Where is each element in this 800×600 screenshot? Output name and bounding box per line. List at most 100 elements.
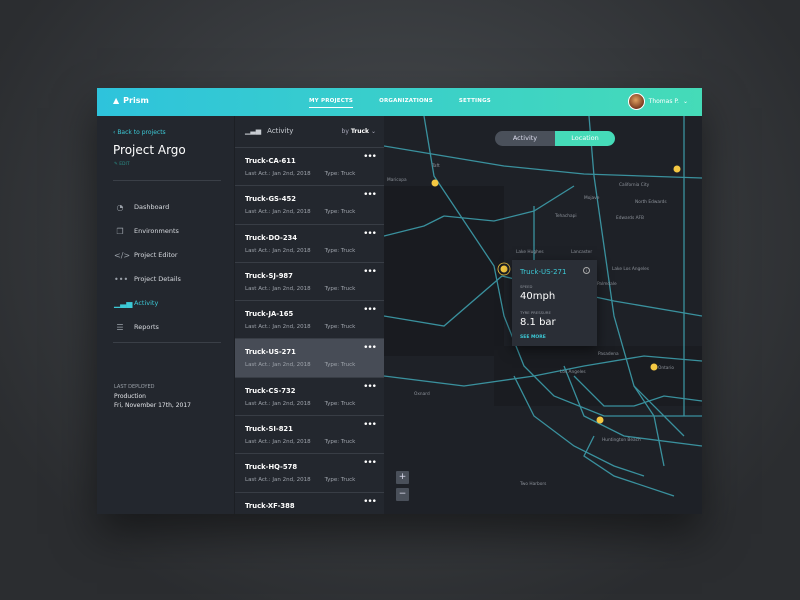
truck-type: Type: Truck xyxy=(324,285,356,292)
more-options-icon[interactable]: ••• xyxy=(363,420,377,430)
dots-icon: ••• xyxy=(114,274,129,284)
truck-type: Type: Truck xyxy=(324,324,356,331)
list-header: ▁▃▅ Activity by Truck ⌄ xyxy=(235,116,384,148)
more-options-icon[interactable]: ••• xyxy=(363,229,377,239)
last-activity: Last Act.: Jan 2nd, 2018 xyxy=(245,171,311,177)
zoom-in-button[interactable]: + xyxy=(396,471,409,484)
list-item[interactable]: Truck-US-271 Last Act.: Jan 2nd, 2018 Typ… xyxy=(235,339,384,378)
nav-organizations[interactable]: ORGANIZATIONS xyxy=(379,98,433,108)
list-item[interactable]: Truck-HQ-578 Last Act.: Jan 2nd, 2018 Typ… xyxy=(235,454,384,493)
page-title: Project Argo xyxy=(113,143,186,157)
more-options-icon[interactable]: ••• xyxy=(363,458,377,468)
place-label: Palmdale xyxy=(597,282,617,287)
list-item[interactable]: Truck-SI-821 Last Act.: Jan 2nd, 2018 Typ… xyxy=(235,416,384,455)
place-label: Pasadena xyxy=(598,352,619,357)
place-label: Lancaster xyxy=(571,250,593,255)
see-more-link[interactable]: SEE MORE xyxy=(520,335,589,340)
user-menu[interactable]: Thomas P. ⌄ xyxy=(627,93,688,110)
sidebar-item-dashboard[interactable]: ◔ Dashboard xyxy=(114,195,181,219)
last-activity: Last Act.: Jan 2nd, 2018 xyxy=(245,247,311,254)
place-label: Taft xyxy=(432,164,440,169)
list-item[interactable]: Truck-JA-165 Last Act.: Jan 2nd, 2018 Typ… xyxy=(235,301,384,340)
last-activity: Last Act.: Jan 2nd, 2018 xyxy=(245,285,311,292)
last-activity: Last Act.: Jan 2nd, 2018 xyxy=(245,439,311,446)
main-nav: MY PROJECTS ORGANIZATIONS SETTINGS xyxy=(309,98,491,108)
place-label: Edwards AFB xyxy=(616,216,644,221)
bar-chart-icon: ▁▃▅ xyxy=(114,298,133,308)
sidebar-item-reports[interactable]: ☰ Reports xyxy=(114,315,181,339)
last-activity: Last Act.: Jan 2nd, 2018 xyxy=(245,362,311,369)
place-label: Huntington Beach xyxy=(602,438,641,443)
place-label: Maricopa xyxy=(387,178,407,183)
list-item[interactable]: Truck-CA-611 Last Act.: Jan 2nd, 2018 Typ… xyxy=(235,148,384,187)
list-item[interactable]: Truck-SJ-987 Last Act.: Jan 2nd, 2018 Typ… xyxy=(235,263,384,302)
truck-popup: Truck-US-271 i SPEED 40mph TYRE PRESSURE… xyxy=(512,260,597,346)
more-options-icon[interactable]: ••• xyxy=(363,190,377,200)
activity-list: ▁▃▅ Activity by Truck ⌄ Truck-CA-611 Last… xyxy=(234,116,384,514)
place-label: North Edwards xyxy=(635,200,667,205)
more-options-icon[interactable]: ••• xyxy=(363,382,377,392)
truck-type: Type: Truck xyxy=(324,439,356,446)
sidebar-item-project-editor[interactable]: </> Project Editor xyxy=(114,243,181,267)
place-label: Two Harbors xyxy=(520,482,547,487)
gauge-icon: ◔ xyxy=(116,202,124,212)
truck-marker xyxy=(431,179,439,187)
map[interactable]: Maricopa Taft Tehachapi Mojave Californi… xyxy=(384,116,702,514)
list-item[interactable]: Truck-CS-732 Last Act.: Jan 2nd, 2018 Typ… xyxy=(235,378,384,417)
truck-marker xyxy=(650,363,658,371)
place-label: Mojave xyxy=(584,196,600,201)
more-options-icon[interactable]: ••• xyxy=(363,267,377,277)
last-activity: Last Act.: Jan 2nd, 2018 xyxy=(245,400,311,407)
list-item[interactable]: Truck-GS-452 Last Act.: Jan 2nd, 2018 Typ… xyxy=(235,186,384,225)
zoom-out-button[interactable]: − xyxy=(396,488,409,501)
place-label: Oxnard xyxy=(414,392,430,397)
place-label: Lake Hughes xyxy=(516,250,544,255)
truck-type: Type: Truck xyxy=(324,477,356,484)
sidebar-item-project-details[interactable]: ••• Project Details xyxy=(114,267,181,291)
last-activity: Last Act.: Jan 2nd, 2018 xyxy=(245,324,311,331)
sidebar: ‹ Back to projects Project Argo ✎ EDIT ◔… xyxy=(97,116,234,514)
chevron-down-icon: ⌄ xyxy=(682,98,688,105)
tab-location[interactable]: Location xyxy=(555,131,615,146)
truck-marker xyxy=(673,165,681,173)
truck-type: Type: Truck xyxy=(324,209,356,216)
truck-type: Type: Truck xyxy=(324,171,356,177)
more-options-icon[interactable]: ••• xyxy=(363,497,377,507)
truck-type: Type: Truck xyxy=(324,247,356,254)
more-options-icon[interactable]: ••• xyxy=(363,305,377,315)
sidebar-item-environments[interactable]: ❐ Environments xyxy=(114,219,181,243)
place-label: Los Angeles xyxy=(560,370,586,375)
sidebar-item-activity[interactable]: ▁▃▅ Activity xyxy=(114,291,181,315)
list-item[interactable]: Truck-DO-234 Last Act.: Jan 2nd, 2018 Typ… xyxy=(235,225,384,263)
place-label: Lake Los Angeles xyxy=(612,267,650,272)
chevron-down-icon: ⌄ xyxy=(370,128,376,135)
info-icon[interactable]: i xyxy=(583,267,590,274)
more-options-icon[interactable]: ••• xyxy=(363,343,377,353)
more-options-icon[interactable]: ••• xyxy=(363,152,377,162)
divider xyxy=(113,180,221,181)
back-to-projects-link[interactable]: ‹ Back to projects xyxy=(113,129,166,136)
nav-my-projects[interactable]: MY PROJECTS xyxy=(309,98,354,108)
last-activity: Last Act.: Jan 2nd, 2018 xyxy=(245,477,311,484)
view-toggle: Activity Location xyxy=(495,131,615,146)
group-by-dropdown[interactable]: by Truck ⌄ xyxy=(342,128,376,135)
list-item[interactable]: Truck-XF-388 Last Act.: Jan 2nd, 2018Typ… xyxy=(235,493,384,514)
truck-type: Type: Truck xyxy=(324,400,356,407)
last-deployed: LAST DEPLOYED Production Fri, November 1… xyxy=(114,384,191,409)
place-label: California City xyxy=(619,183,650,188)
last-activity: Last Act.: Jan 2nd, 2018 xyxy=(245,209,311,216)
divider xyxy=(113,342,221,343)
edit-button[interactable]: ✎ EDIT xyxy=(114,162,130,167)
top-bar: ▲ Prism MY PROJECTS ORGANIZATIONS SETTING… xyxy=(97,88,702,116)
layers-icon: ❐ xyxy=(116,226,124,236)
place-label: Ontario xyxy=(658,366,675,371)
truck-marker-selected xyxy=(500,265,508,273)
app-window: ▲ Prism MY PROJECTS ORGANIZATIONS SETTING… xyxy=(97,88,702,514)
truck-marker xyxy=(596,416,604,424)
truck-type: Type: Truck xyxy=(324,362,356,369)
list-icon: ☰ xyxy=(116,322,124,332)
tab-activity[interactable]: Activity xyxy=(495,131,555,146)
logo[interactable]: ▲ Prism xyxy=(113,96,149,105)
nav-settings[interactable]: SETTINGS xyxy=(459,98,491,108)
place-label: Tehachapi xyxy=(555,214,577,219)
